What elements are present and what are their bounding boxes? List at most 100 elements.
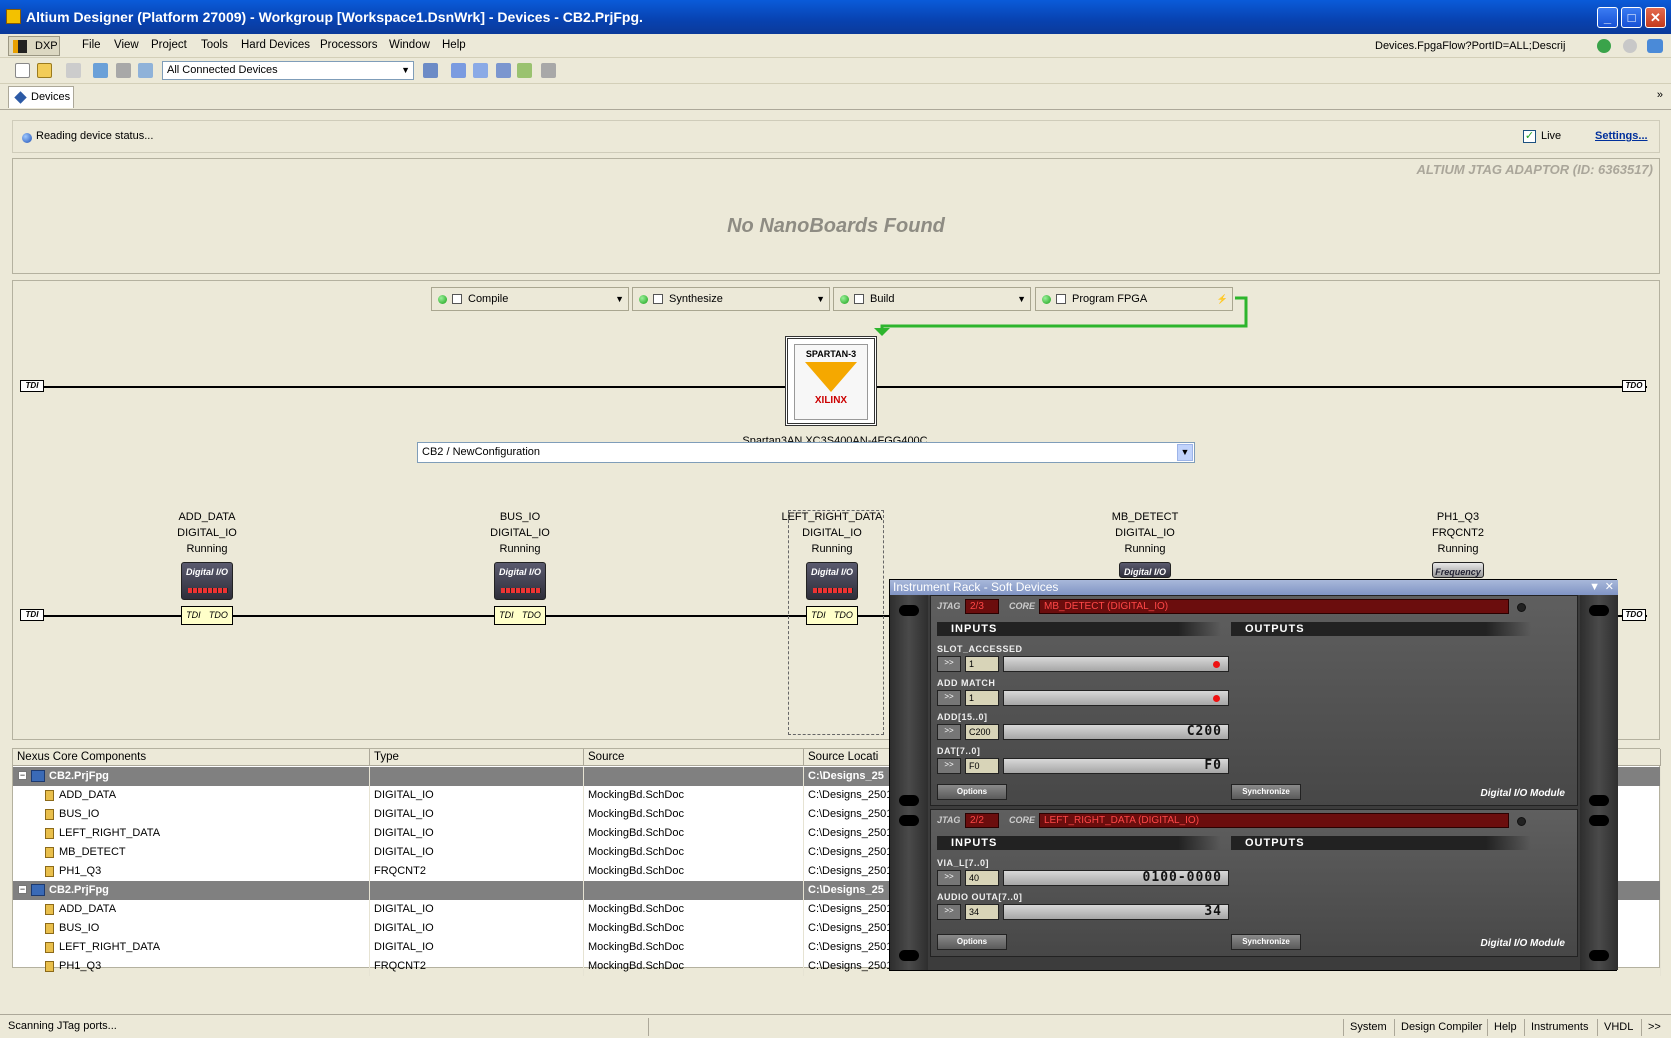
group-name: CB2.PrjFpg	[49, 770, 109, 782]
cell-source: MockingBd.SchDoc	[584, 957, 804, 976]
menu-tools[interactable]: Tools	[201, 39, 228, 51]
settings-link[interactable]: Settings...	[1595, 130, 1648, 142]
chevron-down-icon[interactable]: ▼	[816, 288, 825, 310]
download-icon[interactable]	[517, 63, 532, 78]
signal-expand-button[interactable]: >>	[937, 758, 961, 774]
device-filter-select[interactable]: All Connected Devices ▼	[162, 61, 414, 80]
digital-io-icon[interactable]: Digital I/O	[494, 562, 546, 600]
collapse-icon[interactable]: −	[18, 771, 27, 780]
cell-text: DIGITAL_IO	[374, 846, 434, 858]
configuration-select[interactable]: CB2 / NewConfiguration ▼	[417, 442, 1195, 463]
chevron-down-icon[interactable]: ▼	[1589, 580, 1600, 595]
signal-expand-button[interactable]: >>	[937, 904, 961, 920]
collapse-icon[interactable]: −	[18, 885, 27, 894]
fpga-device[interactable]: SPARTAN-3 XILINX	[785, 336, 877, 426]
close-button[interactable]: ✕	[1645, 7, 1666, 28]
panel-tab-instruments[interactable]: Instruments	[1524, 1019, 1594, 1036]
digital-io-icon[interactable]: Digital I/O	[1119, 562, 1171, 578]
live-checkbox[interactable]: ✓	[1523, 130, 1536, 143]
menu-window[interactable]: Window	[389, 39, 430, 51]
signal-expand-button[interactable]: >>	[937, 656, 961, 672]
panel-tab-help[interactable]: Help	[1487, 1019, 1523, 1036]
open-folder-icon[interactable]	[37, 63, 52, 78]
menu-hard-devices[interactable]: Hard Devices	[241, 39, 310, 51]
pause-icon[interactable]	[451, 63, 466, 78]
home-icon[interactable]	[1647, 39, 1663, 53]
signal-value-input[interactable]: F0	[965, 758, 999, 774]
cell-text: FRQCNT2	[374, 960, 426, 972]
refresh-icon[interactable]	[423, 63, 438, 78]
new-document-icon[interactable]	[15, 63, 30, 78]
core-bus-io[interactable]: BUS_IO DIGITAL_IO Running	[460, 509, 580, 557]
dxp-menu[interactable]: DXP	[8, 36, 60, 56]
device-status-message: Reading device status...	[36, 130, 154, 142]
close-icon[interactable]: ✕	[1605, 580, 1614, 595]
signal-expand-button[interactable]: >>	[937, 690, 961, 706]
tdi-port-top: TDI	[20, 380, 44, 392]
core-type: DIGITAL_IO	[490, 527, 550, 539]
cell-source: MockingBd.SchDoc	[584, 862, 804, 881]
jtag-bar: JTAG 2/3 CORE MB_DETECT (DIGITAL_IO)	[935, 599, 1575, 616]
signal-value-input[interactable]: 40	[965, 870, 999, 886]
cell-text: DIGITAL_IO	[374, 808, 434, 820]
synthesize-button[interactable]: Synthesize ▼	[632, 287, 830, 311]
options-button[interactable]: Options	[937, 784, 1007, 800]
settings-icon[interactable]	[116, 63, 131, 78]
cell-type: FRQCNT2	[370, 957, 584, 976]
synchronize-button[interactable]: Synchronize	[1231, 784, 1301, 800]
compile-button[interactable]: Compile ▼	[431, 287, 629, 311]
instrument-rack-title-bar[interactable]: Instrument Rack - Soft Devices ▼ ✕	[890, 580, 1618, 595]
tab-devices[interactable]: Devices	[8, 86, 74, 108]
back-icon[interactable]	[1597, 39, 1611, 53]
frequency-counter-icon[interactable]: Frequency	[1432, 562, 1484, 578]
stop-icon[interactable]	[496, 63, 511, 78]
cell-text: C:\Designs_2501	[808, 903, 893, 915]
chevron-down-icon: ▼	[1177, 444, 1193, 461]
core-mb-detect[interactable]: MB_DETECT DIGITAL_IO Running	[1085, 509, 1205, 557]
forward-icon[interactable]	[1623, 39, 1637, 53]
signal-expand-button[interactable]: >>	[937, 870, 961, 886]
chevron-down-icon[interactable]: ▼	[615, 288, 624, 310]
synchronize-button[interactable]: Synchronize	[1231, 934, 1301, 950]
signal-value-input[interactable]: 1	[965, 656, 999, 672]
tdo-label: TDO	[833, 610, 853, 620]
instrument-icon[interactable]	[541, 63, 556, 78]
group-type-cell	[370, 881, 584, 900]
column-header-source[interactable]: Source	[584, 749, 804, 766]
signal-expand-button[interactable]: >>	[937, 724, 961, 740]
signal-value-input[interactable]: C200	[965, 724, 999, 740]
step-icon[interactable]	[473, 63, 488, 78]
menu-help[interactable]: Help	[442, 39, 466, 51]
cell-text: C:\Designs_2501	[808, 941, 893, 953]
minimize-button[interactable]: _	[1597, 7, 1618, 28]
menu-project[interactable]: Project	[151, 39, 187, 51]
menu-processors[interactable]: Processors	[320, 39, 378, 51]
column-header-type[interactable]: Type	[370, 749, 584, 766]
core-left-right-data[interactable]: LEFT_RIGHT_DATA DIGITAL_IO Running	[772, 509, 892, 557]
print-icon[interactable]	[66, 63, 81, 78]
menu-view[interactable]: View	[114, 39, 139, 51]
column-header-components[interactable]: Nexus Core Components	[13, 749, 370, 766]
scan-chain-icon[interactable]	[93, 63, 108, 78]
tab-menu-icon[interactable]: »	[1657, 89, 1663, 101]
panel-tab-design-compiler[interactable]: Design Compiler	[1394, 1019, 1488, 1036]
digital-io-icon[interactable]: Digital I/O	[181, 562, 233, 600]
core-ph1-q3[interactable]: PH1_Q3 FRQCNT2 Running	[1398, 509, 1518, 557]
panel-tab-system[interactable]: System	[1343, 1019, 1393, 1036]
chevron-down-icon: ▼	[401, 65, 410, 75]
rack-hole	[1589, 795, 1609, 806]
navigation-combo[interactable]: Devices.FpgaFlow?PortID=ALL;Descrij	[1375, 37, 1575, 55]
panel-tab-vhdl[interactable]: VHDL	[1597, 1019, 1639, 1036]
panel-tabs-more[interactable]: >>	[1641, 1019, 1667, 1036]
signal-value-input[interactable]: 1	[965, 690, 999, 706]
digital-io-icon[interactable]: Digital I/O	[806, 562, 858, 600]
signal-value-input[interactable]: 34	[965, 904, 999, 920]
tdo-label: TDO	[521, 610, 541, 620]
options-button[interactable]: Options	[937, 934, 1007, 950]
maximize-button[interactable]: □	[1621, 7, 1642, 28]
device-status-strip: Reading device status... ✓ Live Settings…	[12, 120, 1660, 153]
outputs-heading: OUTPUTS	[1231, 836, 1531, 850]
menu-file[interactable]: File	[82, 39, 101, 51]
search-icon[interactable]	[138, 63, 153, 78]
core-add-data[interactable]: ADD_DATA DIGITAL_IO Running	[147, 509, 267, 557]
